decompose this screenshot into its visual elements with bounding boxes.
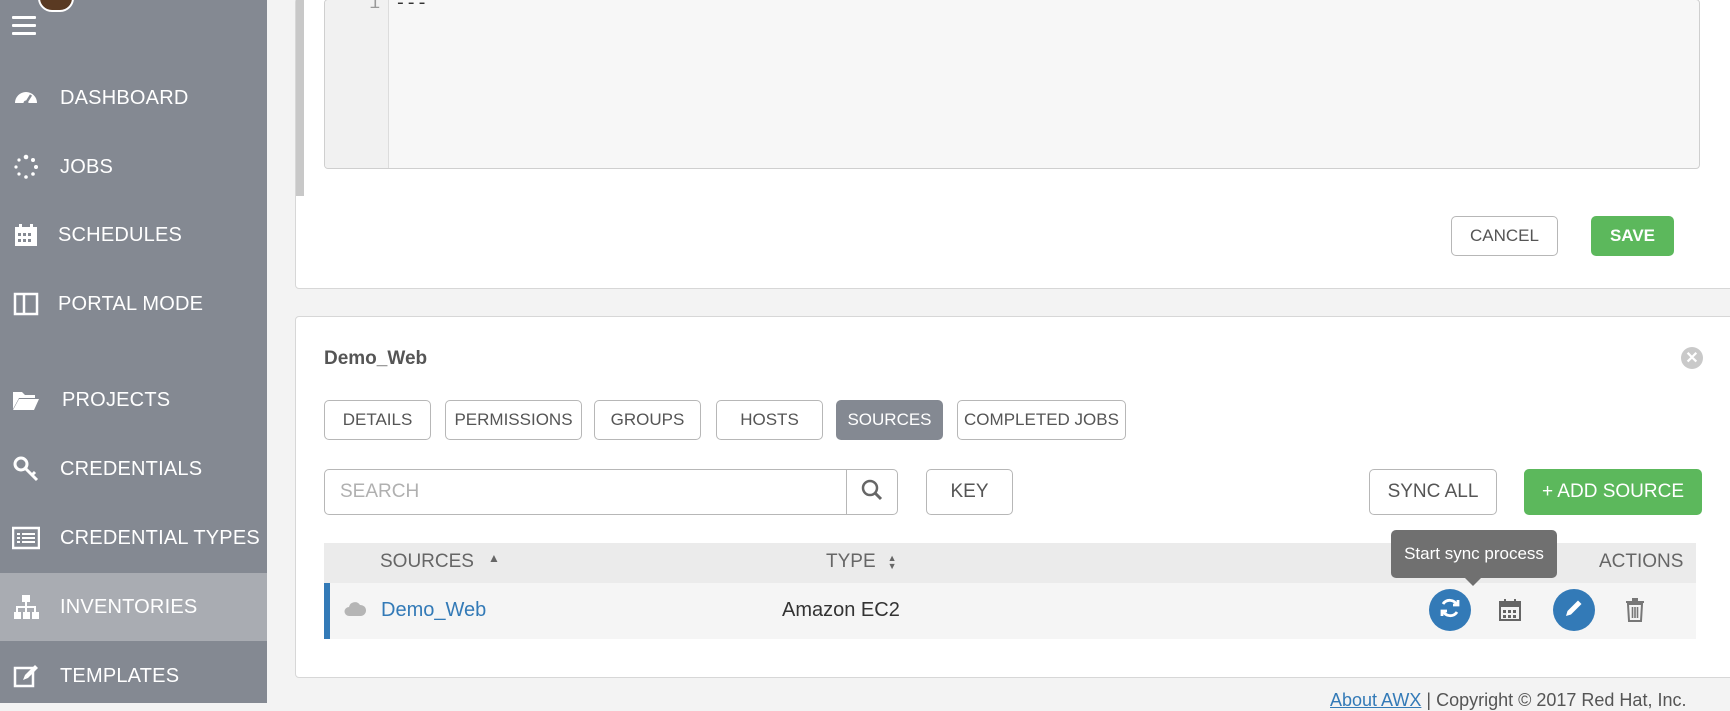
nav-label: CREDENTIALS (60, 457, 203, 480)
nav-item-dashboard[interactable]: DASHBOARD (0, 64, 267, 132)
portal-icon (12, 290, 40, 318)
pencil-icon (1564, 598, 1584, 623)
column-header-actions: ACTIONS (1599, 551, 1683, 573)
main-content: 1 --- CANCEL SAVE Demo_Web ✕ DETAILS PER… (267, 0, 1730, 703)
tab-details[interactable]: DETAILS (324, 400, 431, 440)
form-panel: 1 --- CANCEL SAVE (295, 0, 1730, 289)
column-label: TYPE (826, 551, 876, 572)
sort-icon: ▲ ▼ (887, 553, 897, 571)
tooltip-arrow (1465, 578, 1481, 586)
nav-item-credential-types[interactable]: CREDENTIAL TYPES (0, 504, 267, 572)
nav-item-templates[interactable]: TEMPLATES (0, 642, 267, 703)
code-editor[interactable]: 1 --- (324, 0, 1700, 169)
nav-label: PORTAL MODE (58, 292, 204, 315)
cancel-button[interactable]: CANCEL (1451, 216, 1558, 256)
footer: About AWX | Copyright © 2017 Red Hat, In… (1330, 690, 1686, 711)
sync-all-button[interactable]: SYNC ALL (1369, 469, 1497, 515)
refresh-icon (1439, 597, 1461, 624)
inventory-panel: Demo_Web ✕ DETAILS PERMISSIONS GROUPS HO… (295, 316, 1730, 678)
calendar-icon (12, 221, 40, 249)
scrollbar[interactable] (296, 0, 304, 196)
tab-permissions[interactable]: PERMISSIONS (445, 400, 582, 440)
editor-content[interactable]: --- (395, 0, 427, 14)
tab-groups[interactable]: GROUPS (594, 400, 701, 440)
panel-title: Demo_Web (324, 348, 428, 369)
nav-label: TEMPLATES (60, 664, 180, 687)
logo (38, 0, 74, 12)
search-input[interactable] (325, 470, 847, 514)
close-icon[interactable]: ✕ (1681, 347, 1703, 369)
sort-ascending-icon: ▲ (487, 551, 500, 565)
dashboard-icon (12, 84, 40, 112)
nav-item-portal-mode[interactable]: PORTAL MODE (0, 270, 267, 338)
tooltip: Start sync process (1391, 530, 1557, 578)
tab-sources[interactable]: SOURCES (836, 400, 943, 440)
nav-label: JOBS (60, 155, 114, 178)
nav-label: PROJECTS (62, 388, 171, 411)
source-type: Amazon EC2 (782, 599, 900, 621)
edit-icon (12, 662, 40, 690)
table-row: Demo_Web Amazon EC2 (324, 583, 1696, 639)
cloud-icon (344, 601, 367, 622)
line-number: 1 (369, 0, 380, 14)
folder-open-icon (12, 386, 40, 414)
search-box (324, 469, 898, 515)
nav-item-jobs[interactable]: JOBS (0, 133, 267, 201)
add-source-button[interactable]: + ADD SOURCE (1524, 469, 1702, 515)
column-label: ACTIONS (1599, 551, 1684, 572)
sitemap-icon (12, 593, 40, 621)
edit-button[interactable] (1553, 589, 1595, 631)
list-icon (12, 524, 40, 552)
search-icon (861, 479, 883, 506)
nav-item-projects[interactable]: PROJECTS (0, 366, 267, 434)
tab-hosts[interactable]: HOSTS (716, 400, 823, 440)
copyright-text: | Copyright © 2017 Red Hat, Inc. (1421, 690, 1687, 710)
line-gutter: 1 (325, 0, 389, 168)
about-link[interactable]: About AWX (1330, 690, 1421, 710)
schedule-calendar-icon[interactable] (1497, 597, 1523, 623)
jobs-spinner-icon (12, 153, 40, 181)
search-button[interactable] (846, 470, 897, 514)
sync-button[interactable] (1429, 589, 1471, 631)
key-button[interactable]: KEY (926, 469, 1013, 515)
nav-label: SCHEDULES (58, 223, 183, 246)
nav-item-schedules[interactable]: SCHEDULES (0, 201, 267, 269)
nav-label: INVENTORIES (60, 595, 198, 618)
save-button[interactable]: SAVE (1591, 216, 1674, 256)
source-name-link[interactable]: Demo_Web (381, 599, 486, 622)
nav-label: CREDENTIAL TYPES (60, 526, 260, 549)
nav-item-credentials[interactable]: CREDENTIALS (0, 435, 267, 503)
column-header-type[interactable]: TYPE ▲ ▼ (826, 551, 897, 573)
nav-item-inventories[interactable]: INVENTORIES (0, 573, 267, 641)
column-label: SOURCES (380, 551, 474, 572)
sidebar: DASHBOARD JOBS SCHEDULES PORTAL MODE PRO… (0, 0, 267, 703)
key-icon (12, 455, 40, 483)
nav-label: DASHBOARD (60, 86, 189, 109)
column-header-sources[interactable]: SOURCES ▲ (380, 551, 500, 573)
tab-completed-jobs[interactable]: COMPLETED JOBS (957, 400, 1126, 440)
hamburger-menu-icon[interactable] (12, 16, 36, 38)
trash-icon[interactable] (1622, 597, 1648, 623)
